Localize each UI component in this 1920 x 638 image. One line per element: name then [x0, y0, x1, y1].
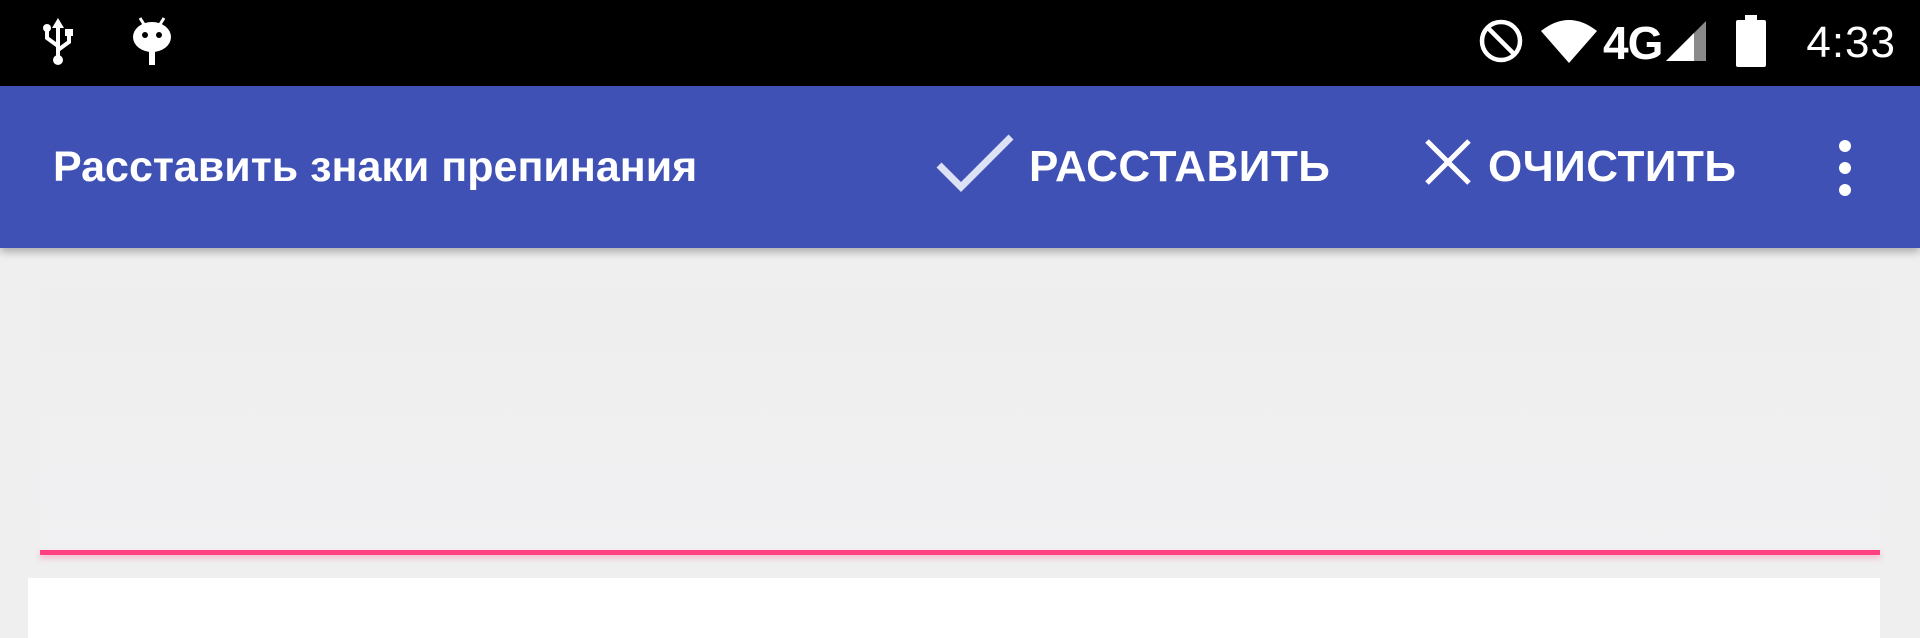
usb-icon: [38, 16, 78, 71]
battery-icon: [1736, 14, 1767, 72]
android-debug-icon: [130, 15, 174, 72]
wifi-icon: [1539, 17, 1599, 70]
input-underline: [40, 550, 1880, 555]
check-icon: [935, 131, 1029, 204]
apply-punctuation-button[interactable]: РАССТАВИТЬ: [935, 86, 1330, 248]
clock: 4:33: [1806, 18, 1896, 67]
status-left-icons: [38, 0, 174, 86]
app-bar: Расставить знаки препинания РАССТАВИТЬ О…: [0, 86, 1920, 248]
cell-signal-icon: [1664, 19, 1708, 68]
clear-label: ОЧИСТИТЬ: [1488, 142, 1737, 191]
result-card: [28, 578, 1880, 638]
do-not-disturb-icon: [1477, 17, 1525, 70]
network-type: 4G: [1602, 17, 1663, 69]
apply-punctuation-label: РАССТАВИТЬ: [1029, 142, 1331, 191]
status-right-icons: 4G 4:33: [1477, 0, 1896, 86]
close-icon: [1422, 136, 1488, 199]
text-input[interactable]: [40, 290, 1880, 552]
app-title: Расставить знаки препинания: [53, 143, 698, 191]
clear-button[interactable]: ОЧИСТИТЬ: [1422, 86, 1736, 248]
status-bar: 4G 4:33: [0, 0, 1920, 86]
more-vert-icon[interactable]: [1830, 138, 1860, 198]
